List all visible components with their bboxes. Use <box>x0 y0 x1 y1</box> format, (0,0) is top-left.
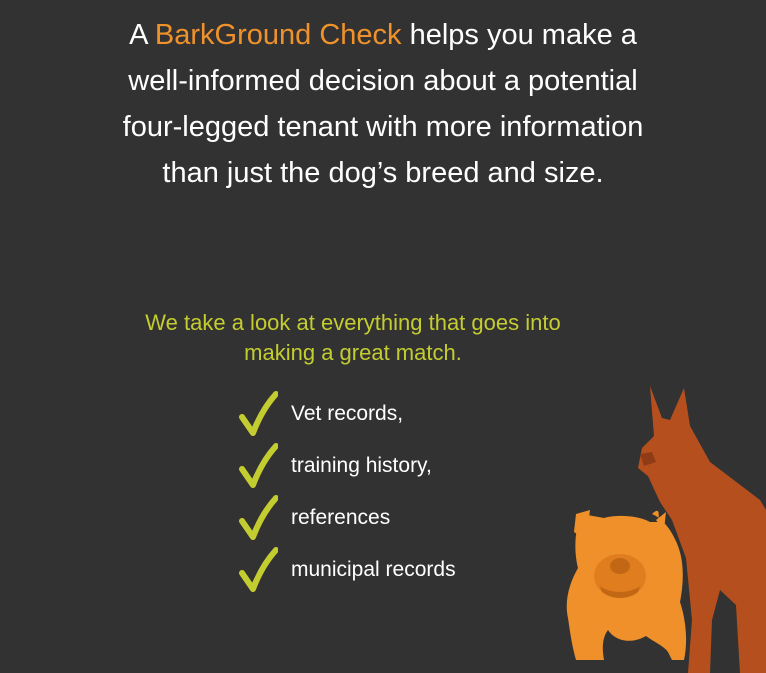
intro-line-1: A BarkGround Check helps you make a <box>0 12 766 58</box>
tagline-line-2: making a great match. <box>244 340 462 365</box>
checklist-label: Vet records, <box>291 402 404 425</box>
checklist-item-municipal-records: municipal records <box>238 544 456 596</box>
brand-name: BarkGround Check <box>154 19 402 51</box>
checklist-item-references: references <box>238 492 456 544</box>
checklist-item-vet-records: Vet records, <box>238 388 456 440</box>
checkmark-icon <box>239 495 278 540</box>
intro-line-2: well-informed decision about a potential <box>128 65 638 97</box>
checklist-item-training-history: training history, <box>238 440 456 492</box>
checkmark-icon <box>239 391 278 436</box>
tagline: We take a look at everything that goes i… <box>0 308 706 368</box>
intro-line-1-rest: helps you make a <box>401 19 637 51</box>
checklist-label: training history, <box>291 454 432 477</box>
checkmark-icon <box>239 547 278 592</box>
checklist: Vet records, training history, reference… <box>238 388 456 596</box>
checkmark-icon <box>239 443 278 488</box>
intro-prefix: A <box>129 19 155 51</box>
bulldog-icon <box>566 510 687 660</box>
intro-line-3: four-legged tenant with more information <box>122 111 644 143</box>
tagline-line-1: We take a look at everything that goes i… <box>145 310 561 335</box>
intro-text: A BarkGround Check helps you make a well… <box>0 12 766 196</box>
intro-line-4: than just the dog’s breed and size. <box>162 157 604 189</box>
checklist-label: municipal records <box>291 558 456 581</box>
checklist-label: references <box>291 506 391 529</box>
dogs-illustration <box>566 386 766 673</box>
